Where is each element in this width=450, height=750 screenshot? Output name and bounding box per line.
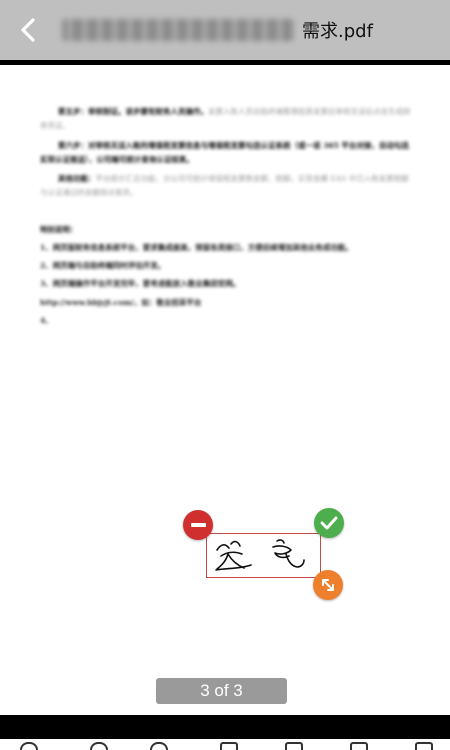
delete-signature-button[interactable] [183, 510, 213, 540]
handwritten-signature [215, 539, 305, 571]
note-line: 3、网页端操作平台开发完毕，要考虑能放入敬业集团官网。 [40, 279, 241, 289]
back-button[interactable] [10, 12, 46, 48]
note-line: 1、网页版财务信息系统平台，要求集成度高，预留各类接口，方便后续增加其他业务成功… [40, 242, 353, 252]
redacted-filename [62, 19, 294, 41]
top-bar: 需求.pdf [0, 0, 450, 60]
draw-tool-icon[interactable] [90, 742, 108, 750]
note-line: http://www.hbjyjt.com/，如：敬业招采平台 [40, 297, 202, 307]
document-text: 第五步：审核制证。该步骤有财务人员操作。发票入账人员自助终端整理纸质发票后审核无… [40, 105, 412, 332]
check-circle-icon [320, 516, 338, 530]
note-line: 2、网页端与自助终端同时评估开发。 [40, 261, 166, 270]
file-title: 需求.pdf [62, 14, 373, 46]
bottom-toolbar-bg [0, 715, 450, 739]
page-indicator: 3 of 3 [156, 678, 287, 704]
confirm-signature-button[interactable] [314, 508, 344, 538]
menu-tool-icon[interactable] [415, 742, 433, 750]
section-title: 特别说明： [40, 224, 78, 234]
circle-tool-icon[interactable] [150, 742, 168, 750]
resize-arrows-icon [322, 579, 334, 591]
pdf-page[interactable]: 第五步：审核制证。该步骤有财务人员操作。发票入账人员自助终端整理纸质发票后审核无… [0, 65, 450, 715]
resize-signature-handle[interactable] [313, 570, 343, 600]
document-paragraph: 第六步：对审核无误入账的增值税发票信息与增值税发票勾选认证系统（或一诺 365 … [40, 140, 409, 164]
note-tool-icon[interactable] [220, 742, 238, 750]
page-tool-icon[interactable] [285, 742, 303, 750]
minus-circle-icon [190, 523, 206, 527]
note-line: 4、 [40, 315, 53, 325]
file-title-suffix: 需求.pdf [302, 21, 373, 42]
bottom-toolbar [0, 739, 450, 750]
document-paragraph: 第五步：审核制证。该步骤有财务人员操作。发票入账人员自助终端整理纸质发票后审核无… [40, 107, 411, 131]
document-paragraph: 其他功能：平台统计汇总功能，分公司可统计增值税发票数金额、税额，实现金蝶 EAS… [40, 174, 409, 198]
signature-box[interactable] [206, 533, 321, 578]
pen-tool-icon[interactable] [20, 742, 38, 750]
chevron-left-icon [21, 18, 35, 42]
share-tool-icon[interactable] [350, 742, 368, 750]
